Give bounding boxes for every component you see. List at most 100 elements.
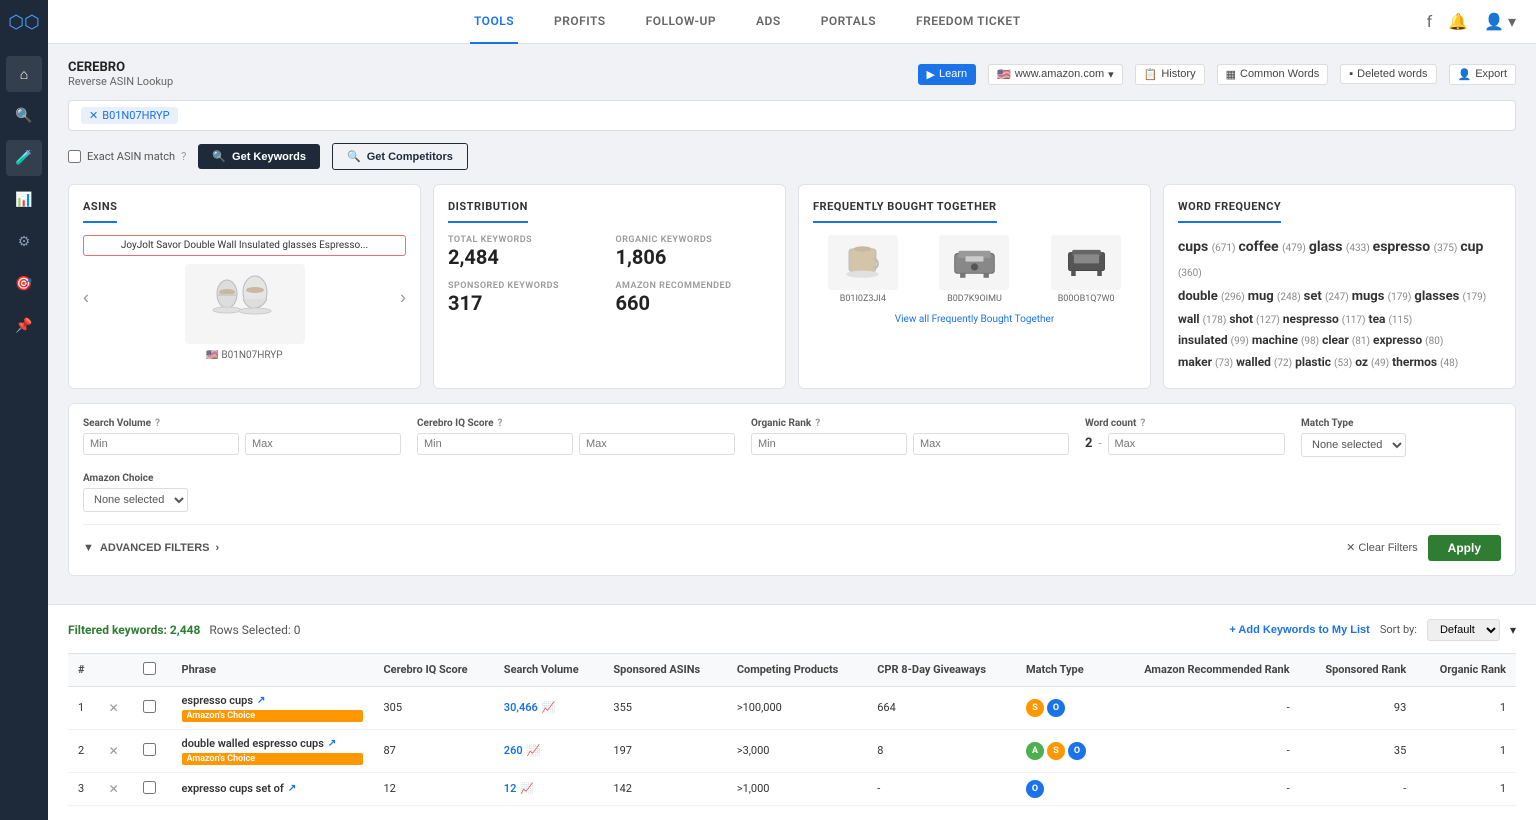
external-link-icon[interactable]: ↗: [257, 695, 265, 706]
row-amazon-rank-2: -: [1108, 729, 1299, 772]
get-competitors-button[interactable]: 🔍 Get Competitors: [332, 143, 468, 170]
word-set: set (247): [1304, 289, 1349, 304]
cerebro-iq-max[interactable]: [579, 433, 735, 455]
search-icon-2: 🔍: [347, 150, 361, 163]
search-vol-min[interactable]: [83, 433, 239, 455]
match-type-filter: Match Type None selected: [1301, 418, 1501, 457]
match-o-2: O: [1068, 742, 1086, 760]
facebook-icon[interactable]: f: [1427, 12, 1433, 31]
main-content: TOOLS PROFITS FOLLOW-UP ADS PORTALS FREE…: [48, 0, 1536, 820]
carousel-next[interactable]: ›: [400, 288, 406, 309]
col-match-type: Match Type: [1016, 653, 1108, 686]
tab-followup[interactable]: FOLLOW-UP: [642, 0, 720, 44]
col-cpr: CPR 8-Day Giveaways: [867, 653, 1016, 686]
clear-filters-button[interactable]: ✕ Clear Filters: [1346, 541, 1418, 554]
search-bar: ✕ B01N07HRYP: [68, 100, 1516, 131]
sidebar-chart[interactable]: 📊: [6, 182, 42, 218]
word-coffee: coffee (479): [1238, 239, 1305, 255]
table-header-row: # Phrase Cerebro IQ Score Search Volume …: [68, 653, 1516, 686]
sidebar: ⬡⬡ ⌂ 🔍 🧪 📊 ⚙ 🎯 📌: [0, 0, 48, 820]
cerebro-iq-min[interactable]: [417, 433, 573, 455]
fbt-product-1: B01I0Z3JI4: [828, 235, 898, 304]
search-volume-filter: Search Volume ?: [83, 418, 401, 457]
advanced-filters-button[interactable]: ▼ ADVANCED FILTERS ›: [83, 542, 219, 554]
organic-rank-max[interactable]: [913, 433, 1069, 455]
row-checkbox-2[interactable]: [133, 729, 171, 772]
word-shot: shot (127): [1229, 312, 1279, 326]
row-sponsored-rank-1: 93: [1300, 686, 1417, 729]
bottom-actions: + Add Keywords to My List Sort by: Defau…: [1229, 619, 1516, 641]
exact-match-checkbox[interactable]: Exact ASIN match ?: [68, 150, 186, 163]
bell-icon[interactable]: 🔔: [1448, 12, 1468, 31]
row-num-1: 1: [68, 686, 99, 729]
word-espresso: espresso (375): [1373, 239, 1458, 255]
view-all-fbt-link[interactable]: View all Frequently Bought Together: [813, 314, 1136, 325]
history-icon: 📋: [1144, 68, 1158, 81]
row-organic-rank-1: 1: [1416, 686, 1516, 729]
row-match-1: S O: [1016, 686, 1108, 729]
sort-label: Sort by:: [1380, 623, 1417, 636]
page-subtitle: Reverse ASIN Lookup: [68, 75, 173, 88]
distribution-grid: TOTAL KEYWORDS 2,484 ORGANIC KEYWORDS 1,…: [448, 235, 771, 315]
tab-tools[interactable]: TOOLS: [470, 0, 518, 44]
organic-rank-filter: Organic Rank ?: [751, 418, 1069, 457]
external-link-icon-3[interactable]: ↗: [288, 783, 296, 794]
row-remove-2[interactable]: ✕: [99, 729, 134, 772]
user-icon[interactable]: 👤 ▾: [1484, 12, 1516, 31]
match-type-select[interactable]: None selected: [1301, 433, 1406, 457]
sidebar-gear[interactable]: ⚙: [6, 224, 42, 260]
row-sv-2: 260 📈: [494, 729, 604, 772]
sidebar-home[interactable]: ⌂: [6, 56, 42, 92]
row-checkbox-3[interactable]: [133, 772, 171, 805]
select-all-checkbox[interactable]: [143, 662, 156, 675]
export-button[interactable]: 👤 Export: [1449, 64, 1517, 85]
row-num-2: 2: [68, 729, 99, 772]
row-checkbox-1[interactable]: [133, 686, 171, 729]
col-sponsored-asins: Sponsored ASINs: [603, 653, 726, 686]
match-o-3: O: [1026, 780, 1044, 798]
word-glasses: glasses (179): [1414, 289, 1486, 304]
cards-row: ASINS ‹ JoyJolt Savor Double Wall Insula…: [68, 184, 1516, 389]
sidebar-cerebro[interactable]: 🧪: [6, 140, 42, 176]
row-remove-3[interactable]: ✕: [99, 772, 134, 805]
learn-button[interactable]: ▶ Learn: [918, 64, 977, 85]
chevron-down-icon: ▾: [1108, 68, 1114, 81]
get-keywords-button[interactable]: 🔍 Get Keywords: [198, 144, 320, 169]
row-remove-1[interactable]: ✕: [99, 686, 134, 729]
tab-freedom-ticket[interactable]: FREEDOM TICKET: [912, 0, 1025, 44]
search-vol-max[interactable]: [245, 433, 401, 455]
sort-select[interactable]: Default: [1427, 619, 1500, 641]
col-phrase: Phrase: [172, 653, 374, 686]
organic-rank-min[interactable]: [751, 433, 907, 455]
carousel-prev[interactable]: ‹: [83, 288, 89, 309]
history-button[interactable]: 📋 History: [1135, 64, 1205, 85]
tab-ads[interactable]: ADS: [752, 0, 785, 44]
asin-tag[interactable]: ✕ B01N07HRYP: [81, 107, 178, 124]
add-keywords-button[interactable]: + Add Keywords to My List: [1229, 624, 1369, 636]
tab-portals[interactable]: PORTALS: [817, 0, 880, 44]
tag-close[interactable]: ✕: [89, 109, 98, 122]
col-search-vol: Search Volume: [494, 653, 604, 686]
col-sponsored-rank: Sponsored Rank: [1300, 653, 1417, 686]
fbt-asin-3: B00OB1Q7W0: [1051, 294, 1121, 304]
tab-profits[interactable]: PROFITS: [550, 0, 610, 44]
common-words-button[interactable]: ▦ Common Words: [1217, 64, 1329, 85]
exact-match-input[interactable]: [68, 150, 81, 163]
word-count-max[interactable]: [1108, 433, 1285, 455]
amazon-dropdown[interactable]: 🇺🇸 www.amazon.com ▾: [988, 64, 1123, 85]
data-table: # Phrase Cerebro IQ Score Search Volume …: [68, 653, 1516, 806]
amazon-choice-select[interactable]: None selected: [83, 488, 188, 512]
sidebar-bookmark[interactable]: 📌: [6, 308, 42, 344]
word-nespresso: nespresso (117): [1283, 312, 1366, 326]
external-link-icon-2[interactable]: ↗: [328, 738, 336, 749]
apply-button[interactable]: Apply: [1428, 535, 1501, 561]
fbt-card-title: FREQUENTLY BOUGHT TOGETHER: [813, 200, 997, 223]
deleted-words-button[interactable]: ▪ Deleted words: [1340, 64, 1436, 84]
badge-2: Amazon's Choice: [182, 753, 364, 765]
sidebar-search[interactable]: 🔍: [6, 98, 42, 134]
word-double: double (296): [1178, 289, 1245, 304]
sidebar-target[interactable]: 🎯: [6, 266, 42, 302]
delete-icon: ▪: [1349, 68, 1353, 80]
bottom-header: Filtered keywords: 2,448 Rows Selected: …: [68, 619, 1516, 641]
match-s-2: S: [1047, 742, 1065, 760]
